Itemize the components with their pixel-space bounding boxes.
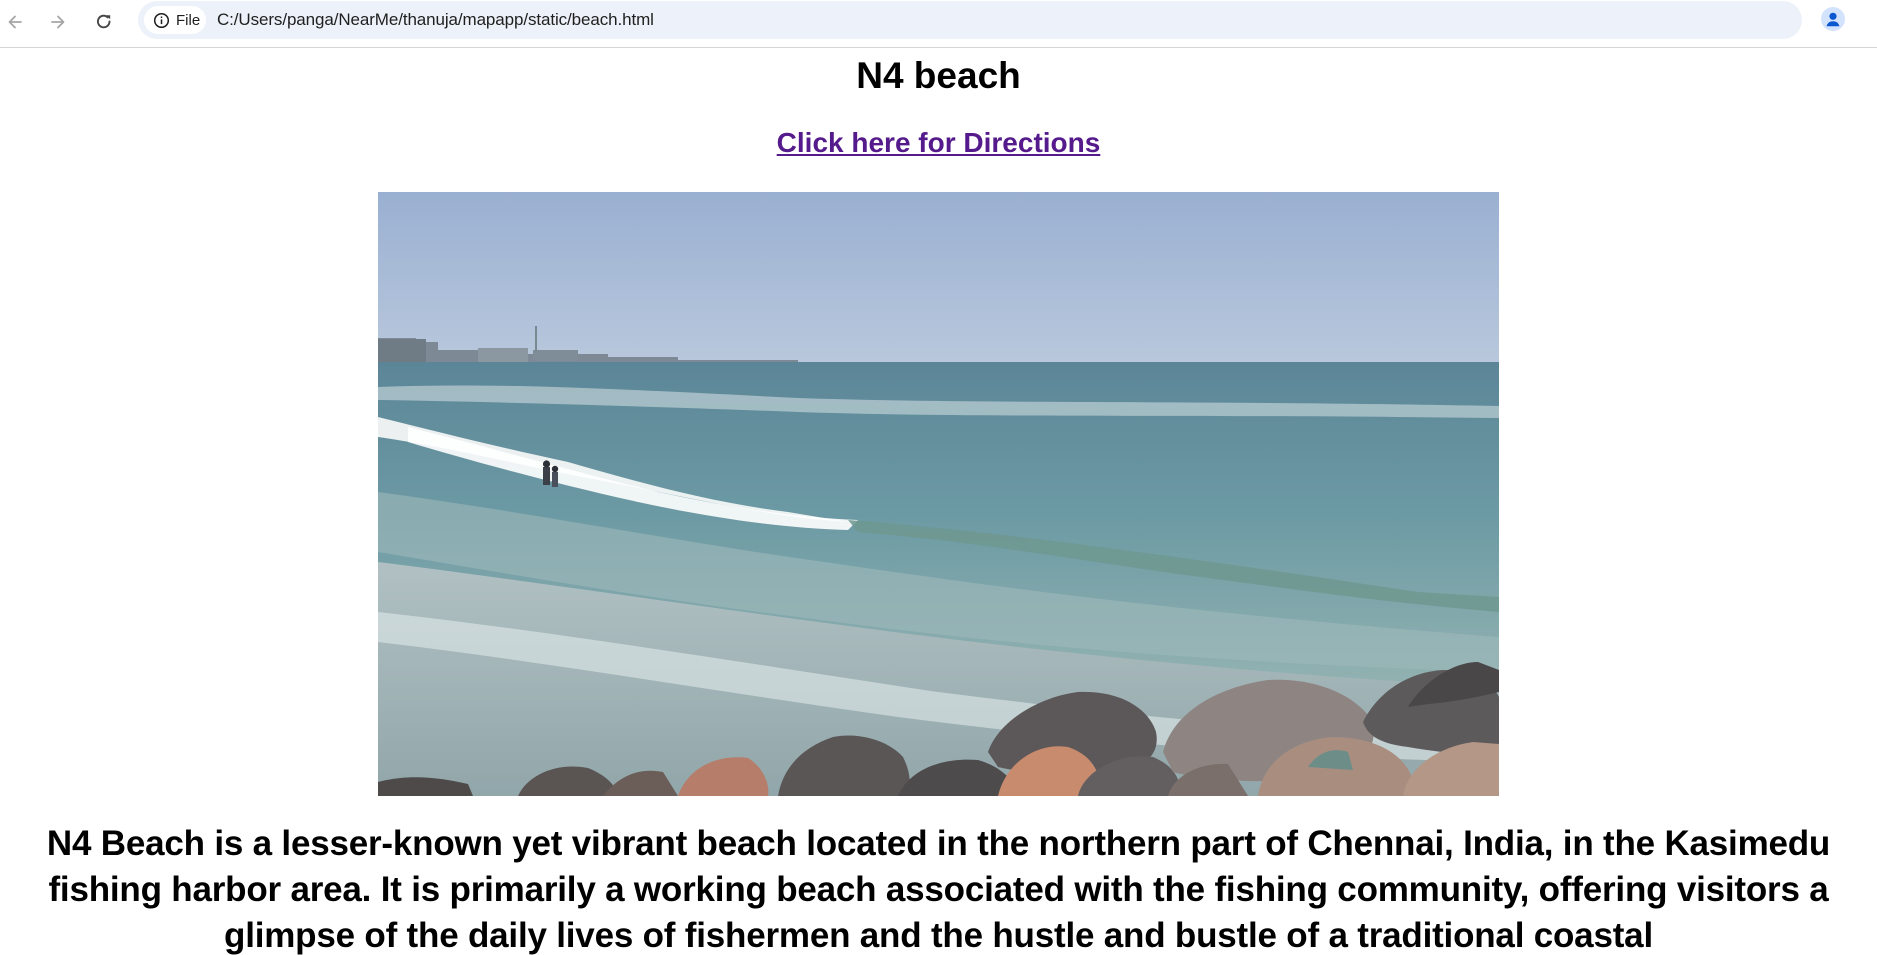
directions-link[interactable]: Click here for Directions <box>777 127 1101 158</box>
back-button[interactable] <box>0 6 31 38</box>
reload-icon <box>96 14 111 29</box>
page-content: N4 beach Click here for Directions N4 Be… <box>0 49 1877 955</box>
person-icon <box>1826 12 1840 27</box>
forward-button[interactable] <box>42 6 74 38</box>
avatar <box>1821 7 1845 31</box>
info-icon <box>153 12 170 28</box>
page-title: N4 beach <box>856 55 1021 96</box>
site-info-chip[interactable]: File <box>144 6 206 34</box>
reload-button[interactable] <box>88 6 120 38</box>
directions-link-row: Click here for Directions <box>0 127 1877 159</box>
profile-button[interactable] <box>1817 3 1849 35</box>
browser-toolbar: File C:/Users/panga/NearMe/thanuja/mapap… <box>0 0 1877 48</box>
beach-photo <box>378 192 1499 796</box>
beach-description: N4 Beach is a lesser-known yet vibrant b… <box>46 824 1831 955</box>
address-bar[interactable]: File C:/Users/panga/NearMe/thanuja/mapap… <box>138 1 1802 39</box>
site-info-label: File <box>176 11 201 29</box>
url-text[interactable]: C:/Users/panga/NearMe/thanuja/mapapp/sta… <box>217 10 654 30</box>
arrow-right-icon <box>51 15 65 29</box>
arrow-left-icon <box>8 15 22 29</box>
